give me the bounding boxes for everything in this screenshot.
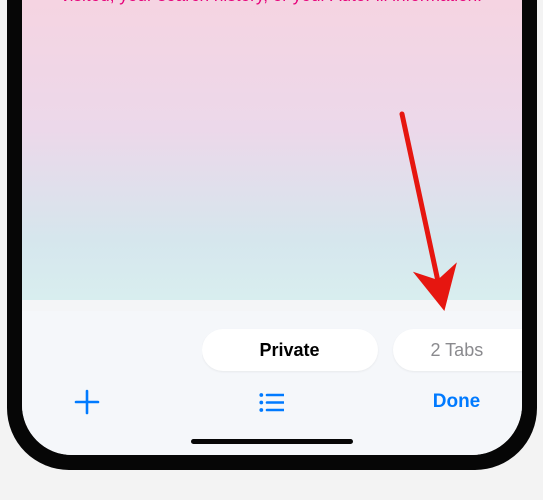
tab-group-private[interactable]: Private [202,329,378,371]
done-label: Done [433,391,481,413]
tab-groups-button[interactable] [122,392,422,413]
home-indicator[interactable] [191,439,353,445]
private-mode-description: visited, your search history, or your Au… [22,0,522,6]
private-mode-info-area: visited, your search history, or your Au… [22,0,522,300]
tab-group-label: Private [259,340,319,361]
bottom-panel: Private 2 Tabs [22,311,522,455]
new-tab-button[interactable] [52,388,122,416]
plus-icon [73,388,101,416]
browser-screen: visited, your search history, or your Au… [22,0,522,455]
done-button[interactable]: Done [422,391,492,413]
tab-group-bar[interactable]: Private 2 Tabs [202,311,522,375]
phone-frame: visited, your search history, or your Au… [7,0,537,470]
tab-group-label: 2 Tabs [431,340,484,361]
tab-group-other[interactable]: 2 Tabs [393,329,522,371]
list-icon [259,392,284,413]
